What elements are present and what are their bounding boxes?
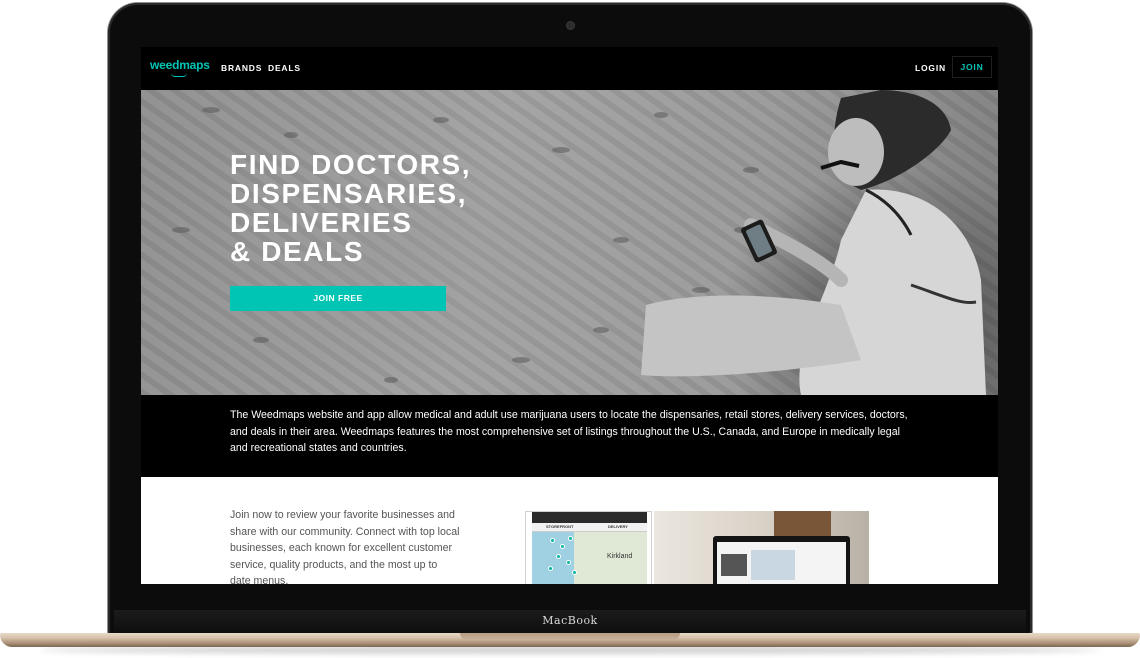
map-pin-icon: [560, 544, 565, 549]
hero-headline-line: & DEALS: [230, 236, 365, 267]
desktop-photo-wall: [774, 511, 831, 537]
laptop-shadow: [40, 646, 1100, 654]
map-pin-icon: [556, 554, 561, 559]
join-free-button[interactable]: JOIN FREE: [230, 286, 446, 311]
monitor-listing-card: [721, 554, 747, 576]
nav-link-deals[interactable]: DEALS: [268, 63, 301, 73]
map-pin-icon: [550, 538, 555, 543]
map-city-label: Kirkland: [607, 553, 633, 560]
map-view: Kirkland: [532, 532, 647, 584]
mobile-app-preview: STOREFRONT DELIVERY Kirkland: [525, 511, 652, 584]
top-navigation: weedmaps BRANDS DEALS LOGIN JOIN: [141, 47, 998, 90]
map-pin-icon: [568, 536, 573, 541]
mobile-search-bar: [532, 512, 647, 523]
camera-icon: [567, 22, 574, 29]
join-button[interactable]: JOIN: [952, 56, 992, 78]
mobile-tabs: STOREFRONT DELIVERY: [532, 523, 647, 532]
map-pin-icon: [572, 570, 577, 575]
map-pin-icon: [548, 566, 553, 571]
browser-screen: weedmaps BRANDS DEALS LOGIN JOIN FIND DO…: [141, 47, 998, 584]
join-section-description: Join now to review your favorite busines…: [230, 509, 460, 584]
tab-delivery: DELIVERY: [608, 524, 628, 529]
hero-headline: FIND DOCTORS, DISPENSARIES, DELIVERIES &…: [230, 150, 570, 266]
tab-storefront: STOREFRONT: [546, 524, 574, 529]
hero-headline-line: DELIVERIES: [230, 207, 413, 238]
about-description: The Weedmaps website and app allow medic…: [230, 409, 908, 454]
monitor-map: [751, 550, 795, 580]
device-label: MacBook: [542, 614, 598, 627]
hero-headline-line: DISPENSARIES,: [230, 178, 468, 209]
join-section: Join now to review your favorite busines…: [141, 477, 998, 584]
monitor-screen: [717, 542, 846, 584]
map-pin-icon: [566, 560, 571, 565]
about-section: The Weedmaps website and app allow medic…: [141, 395, 998, 477]
desktop-app-preview: [654, 511, 869, 584]
nav-link-brands[interactable]: BRANDS: [221, 63, 262, 73]
weedmaps-logo[interactable]: weedmaps: [150, 58, 210, 72]
hero-banner: FIND DOCTORS, DISPENSARIES, DELIVERIES &…: [141, 90, 998, 395]
monitor-illustration: [713, 536, 850, 584]
logo-swoosh-icon: [171, 73, 187, 77]
login-link[interactable]: LOGIN: [915, 63, 946, 73]
laptop-base-notch: [460, 633, 680, 640]
hero-headline-line: FIND DOCTORS,: [230, 149, 472, 180]
